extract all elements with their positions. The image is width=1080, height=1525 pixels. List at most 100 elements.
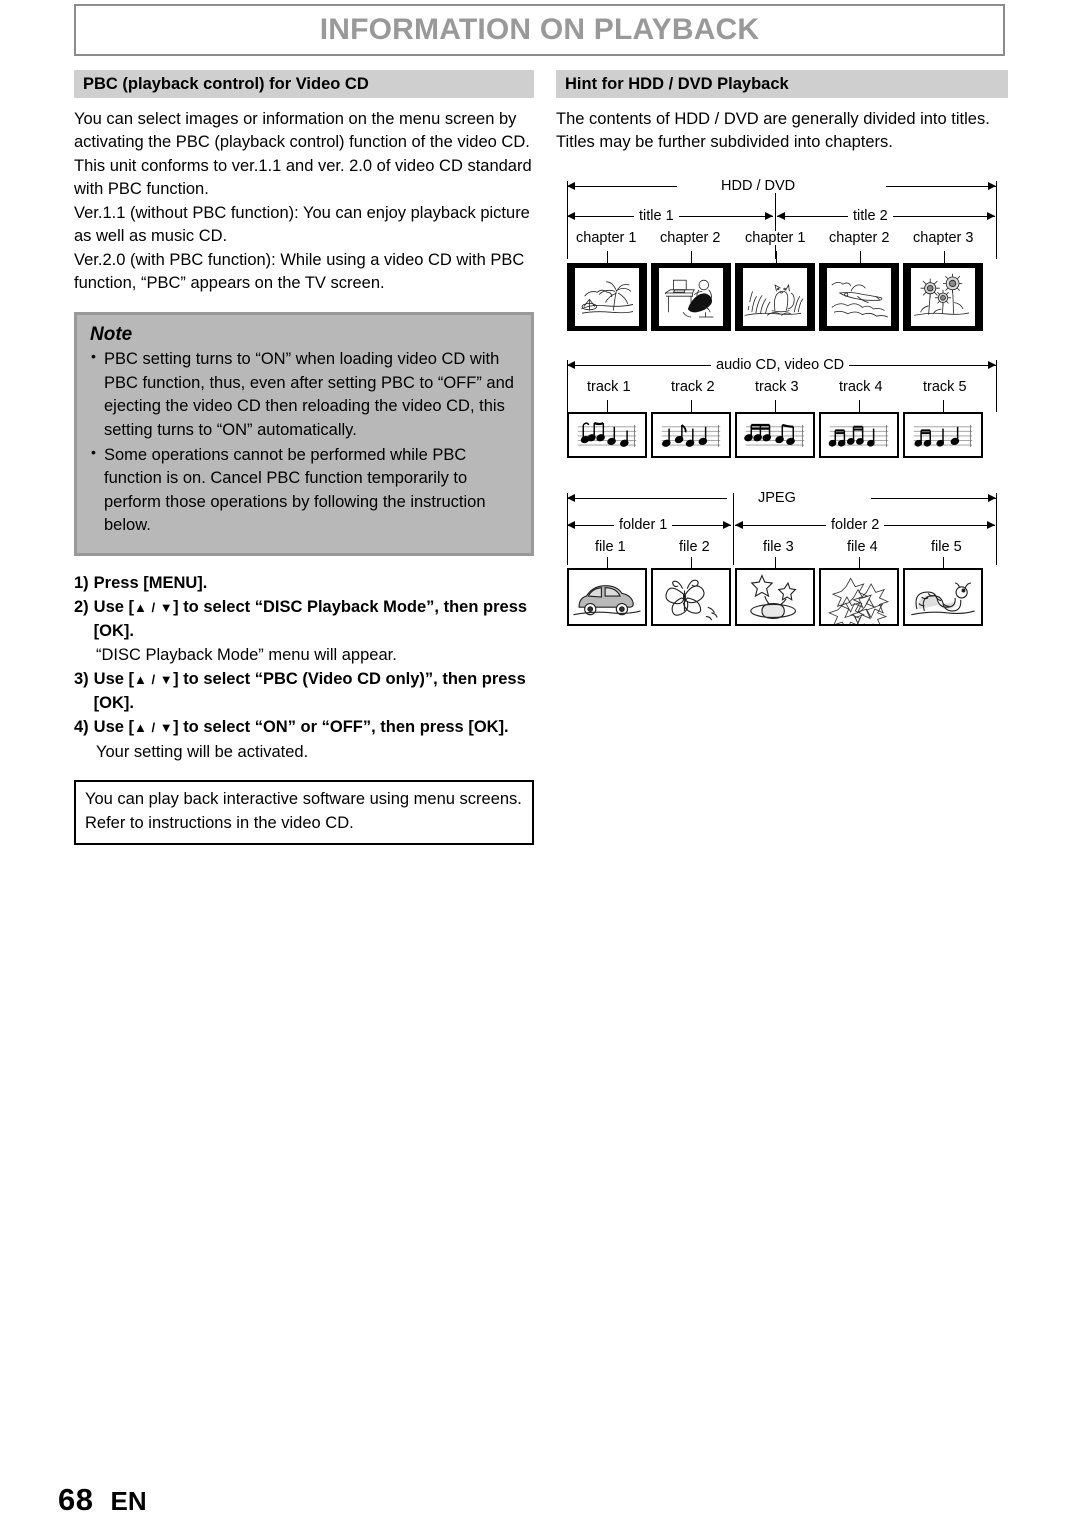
step-2-text-pre: Use [ (93, 598, 135, 617)
track-box (651, 411, 731, 458)
step-4-number: 4) (74, 718, 89, 737)
pbc-paragraph-1: You can select images or information on … (74, 110, 530, 152)
section-header-hint-label: Hint for HDD / DVD Playback (565, 74, 789, 93)
beach-palm-tree-illustration (578, 281, 636, 315)
diagram-jpeg-item-label: file 2 (674, 540, 715, 555)
file-box (735, 567, 815, 626)
footer-page-number: 68 (58, 1482, 94, 1517)
note-title: Note (90, 324, 133, 346)
note-list-item: Some operations cannot be performed whil… (90, 443, 518, 538)
step-2-subtext: “DISC Playback Mode” menu will appear. (96, 646, 397, 665)
diagram-hdd-dvd: HDD / DVD title 1 title 2 chapter 1 chap… (556, 173, 1008, 338)
diagram-cd-item-label: track 3 (750, 380, 804, 395)
diagram-hdd-top-label: HDD / DVD (716, 179, 801, 194)
music-notes-illustration (661, 424, 721, 447)
step-4-text-pre: Use [ (93, 718, 135, 737)
step-4-subtext: Your setting will be activated. (96, 742, 309, 761)
diagram-jpeg-group-2-label: folder 2 (826, 518, 885, 533)
film-frame-cat-in-grass (735, 262, 815, 331)
diagram-hdd-item-label: chapter 1 (740, 231, 811, 246)
diagram-cd-item-label: track 4 (834, 380, 888, 395)
file-box (567, 567, 647, 626)
note-list-item: PBC setting turns to “ON” when loading v… (90, 347, 518, 442)
diagram-hdd-item-label: chapter 2 (824, 231, 895, 246)
up-down-arrow-icon: ▲ / ▼ (134, 672, 174, 688)
sprocket-holes-icon (659, 268, 667, 326)
procedure-steps: 1) Press [MENU]. 2) Use [▲ / ▼] to selec… (74, 572, 534, 764)
caterpillar-illustration (911, 582, 975, 616)
sprocket-holes-icon (883, 268, 891, 326)
car-illustration (573, 585, 641, 616)
step-1-text: Press [MENU]. (93, 573, 208, 592)
step-1-number: 1) (74, 573, 89, 592)
step-3-text: Use [▲ / ▼] to select “PBC (Video CD onl… (94, 668, 534, 715)
interactive-software-callout: You can play back interactive software u… (74, 780, 534, 845)
step-2-number: 2) (74, 598, 89, 617)
section-header-hint: Hint for HDD / DVD Playback (556, 70, 1008, 98)
diagram-cd-item-label: track 5 (918, 380, 972, 395)
step-4-text: Use [▲ / ▼] to select “ON” or “OFF”, the… (94, 716, 534, 739)
sprocket-holes-icon (575, 268, 583, 326)
diagram-jpeg-item-label: file 1 (590, 540, 631, 555)
step-3-text-pre: Use [ (93, 670, 135, 689)
diagram-jpeg-group-1-label: folder 1 (614, 518, 673, 533)
diagram-cd-item-label: track 2 (666, 380, 720, 395)
diagram-jpeg-item-label: file 3 (758, 540, 799, 555)
music-notes-illustration (744, 423, 805, 447)
pbc-body-text: You can select images or information on … (74, 108, 534, 295)
right-column: Hint for HDD / DVD Playback The contents… (556, 70, 1008, 630)
file-box (651, 567, 731, 626)
sprocket-holes-icon (631, 268, 639, 326)
left-column: PBC (playback control) for Video CD You … (74, 70, 534, 845)
file-box (903, 567, 983, 626)
diagram-cd-item-label: track 1 (582, 380, 636, 395)
track-box (735, 411, 815, 458)
step-2: 2) Use [▲ / ▼] to select “DISC Playback … (74, 596, 534, 643)
diagram-hdd-item-label: chapter 3 (908, 231, 979, 246)
up-down-arrow-icon: ▲ / ▼ (134, 600, 174, 616)
file-box (819, 567, 899, 626)
step-1: 1) Press [MENU]. (74, 572, 534, 595)
pbc-paragraph-3: Ver.1.1 (without PBC function): You can … (74, 203, 530, 246)
flowers-illustration (828, 577, 890, 624)
film-frame-beach-palm-tree (567, 262, 647, 331)
step-4: 4) Use [▲ / ▼] to select “ON” or “OFF”, … (74, 716, 534, 739)
person-at-desk-illustration (665, 279, 714, 318)
up-down-arrow-icon: ▲ / ▼ (134, 720, 174, 736)
step-3: 3) Use [▲ / ▼] to select “PBC (Video CD … (74, 668, 534, 715)
sprocket-holes-icon (799, 268, 807, 326)
track-box (567, 411, 647, 458)
music-notes-illustration (828, 424, 889, 447)
diagram-hdd-group-2-label: title 2 (848, 209, 893, 224)
cat-in-grass-illustration (744, 283, 806, 316)
film-frame-airplane-in-clouds (819, 262, 899, 331)
film-frame-sunflowers (903, 262, 983, 331)
diagram-audio-video-cd: audio CD, video CD track 1 track 2 track… (556, 352, 1008, 477)
diagram-jpeg-item-label: file 4 (842, 540, 883, 555)
music-notes-illustration (913, 424, 973, 447)
step-3-number: 3) (74, 670, 89, 689)
section-header-pbc-label: PBC (playback control) for Video CD (83, 74, 369, 93)
diagram-jpeg-item-label: file 5 (926, 540, 967, 555)
diagram-hdd-item-label: chapter 2 (655, 231, 726, 246)
diagram-jpeg: JPEG folder 1 folder 2 file 1 file 2 fil… (556, 485, 1008, 630)
diagram-cd-top-label: audio CD, video CD (711, 358, 850, 373)
stars-and-planet-illustration (750, 574, 797, 619)
pbc-paragraph-2: This unit conforms to ver.1.1 and ver. 2… (74, 156, 532, 199)
note-box: Note PBC setting turns to “ON” when load… (74, 312, 534, 556)
diagram-hdd-group-1-label: title 1 (634, 209, 679, 224)
step-4-text-post: ] to select “ON” or “OFF”, then press [O… (173, 718, 509, 737)
footer-language-code: EN (110, 1486, 147, 1516)
note-list: PBC setting turns to “ON” when loading v… (90, 347, 518, 538)
diagram-jpeg-top-label: JPEG (753, 491, 801, 506)
diagram-hdd-item-label: chapter 1 (571, 231, 642, 246)
sprocket-holes-icon (911, 268, 919, 326)
section-header-pbc: PBC (playback control) for Video CD (74, 70, 534, 98)
track-box (819, 411, 899, 458)
page-header-banner: INFORMATION ON PLAYBACK (74, 4, 1005, 56)
sprocket-holes-icon (967, 268, 975, 326)
film-frame-person-at-desk (651, 262, 731, 331)
page-title: INFORMATION ON PLAYBACK (319, 13, 760, 46)
sprocket-holes-icon (715, 268, 723, 326)
airplane-in-clouds-illustration (830, 281, 888, 318)
